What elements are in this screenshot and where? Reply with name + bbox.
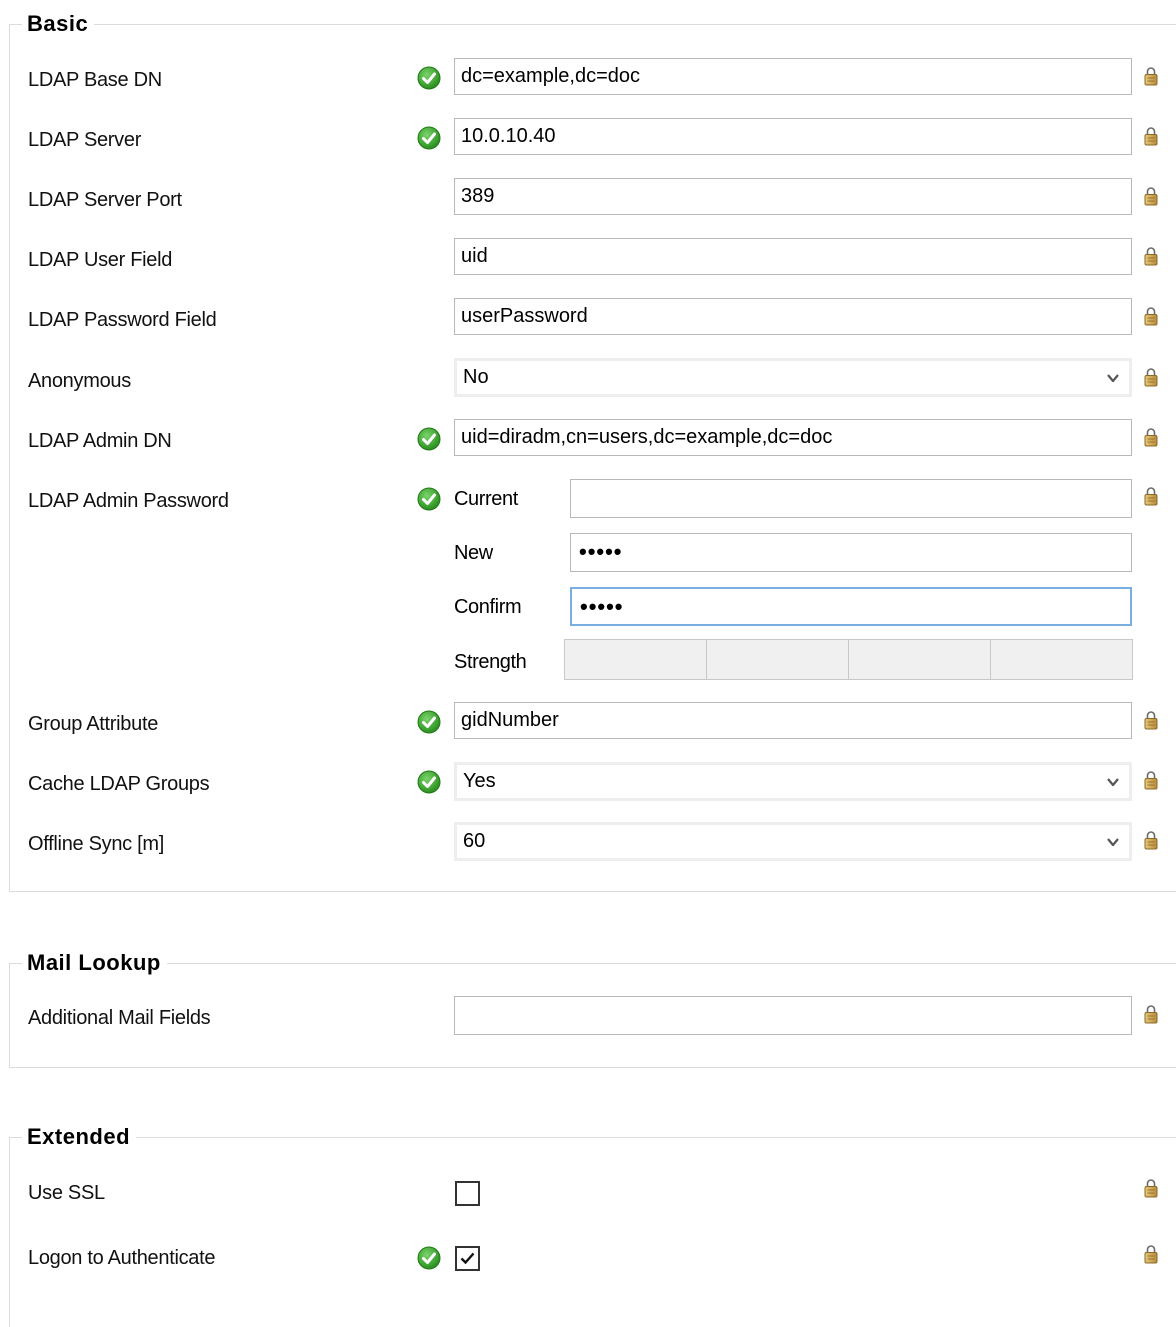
additional-mail-fields-input[interactable]: [454, 996, 1132, 1035]
group-attribute-input[interactable]: gidNumber: [454, 702, 1132, 739]
use-ssl-label: Use SSL: [28, 1182, 105, 1204]
additional-mail-fields-lock-icon[interactable]: [1144, 1004, 1158, 1024]
admin-password-label: LDAP Admin Password: [28, 490, 229, 512]
strength-segment: [990, 639, 1133, 680]
user-field-input[interactable]: uid: [454, 238, 1132, 275]
anonymous-lock-icon[interactable]: [1144, 367, 1158, 387]
admin-dn-input[interactable]: uid=diradm,cn=users,dc=example,dc=doc: [454, 419, 1132, 456]
extended-section-title: Extended: [22, 1121, 137, 1153]
server-valid-check-icon: [417, 126, 441, 150]
admin-password-valid-check-icon: [417, 487, 441, 511]
port-input[interactable]: 389: [454, 178, 1132, 215]
base-dn-valid-check-icon: [417, 66, 441, 90]
base-dn-lock-icon[interactable]: [1144, 66, 1158, 86]
logon-authenticate-label: Logon to Authenticate: [28, 1247, 216, 1269]
strength-segment: [848, 639, 991, 680]
use-ssl-checkbox[interactable]: [455, 1181, 480, 1206]
extended-group: Extended: [9, 1121, 1176, 1327]
anonymous-select[interactable]: No: [454, 358, 1132, 397]
cache-groups-label: Cache LDAP Groups: [28, 773, 210, 795]
strength-segment: [706, 639, 849, 680]
strength-label: Strength: [454, 651, 527, 673]
strength-segment: [564, 639, 707, 680]
chevron-down-icon: [1106, 371, 1120, 385]
checkmark-icon: [460, 1252, 475, 1265]
logon-authenticate-lock-icon[interactable]: [1144, 1244, 1158, 1264]
server-input[interactable]: 10.0.10.40: [454, 118, 1132, 155]
admin-dn-label: LDAP Admin DN: [28, 430, 172, 452]
chevron-down-icon: [1106, 835, 1120, 849]
password-field-label: LDAP Password Field: [28, 309, 217, 331]
group-attribute-lock-icon[interactable]: [1144, 710, 1158, 730]
port-label: LDAP Server Port: [28, 189, 182, 211]
use-ssl-lock-icon[interactable]: [1144, 1178, 1158, 1198]
logon-authenticate-checkbox[interactable]: [455, 1246, 480, 1271]
group-attribute-valid-check-icon: [417, 710, 441, 734]
current-password-input[interactable]: [570, 479, 1132, 518]
base-dn-label: LDAP Base DN: [28, 69, 162, 91]
password-strength-meter: [564, 639, 1133, 680]
confirm-password-label: Confirm: [454, 596, 522, 618]
mail-lookup-section-title: Mail Lookup: [22, 947, 167, 979]
cache-groups-selected-value: Yes: [463, 770, 496, 792]
cache-groups-lock-icon[interactable]: [1144, 770, 1158, 790]
new-password-label: New: [454, 542, 493, 564]
offline-sync-select[interactable]: 60: [454, 822, 1132, 861]
offline-sync-selected-value: 60: [463, 830, 486, 852]
group-attribute-label: Group Attribute: [28, 713, 159, 735]
offline-sync-lock-icon[interactable]: [1144, 830, 1158, 850]
admin-dn-lock-icon[interactable]: [1144, 427, 1158, 447]
server-label: LDAP Server: [28, 129, 142, 151]
admin-dn-valid-check-icon: [417, 427, 441, 451]
offline-sync-label: Offline Sync [m]: [28, 833, 164, 855]
basic-section-title: Basic: [22, 8, 95, 40]
anonymous-selected-value: No: [463, 366, 489, 388]
logon-authenticate-valid-check-icon: [417, 1246, 441, 1270]
server-lock-icon[interactable]: [1144, 126, 1158, 146]
anonymous-label: Anonymous: [28, 370, 131, 392]
confirm-password-input[interactable]: •••••: [570, 587, 1132, 626]
current-password-label: Current: [454, 488, 518, 510]
user-field-label: LDAP User Field: [28, 249, 173, 271]
additional-mail-fields-label: Additional Mail Fields: [28, 1007, 211, 1029]
user-field-lock-icon[interactable]: [1144, 246, 1158, 266]
base-dn-input[interactable]: dc=example,dc=doc: [454, 58, 1132, 95]
port-lock-icon[interactable]: [1144, 186, 1158, 206]
cache-groups-select[interactable]: Yes: [454, 762, 1132, 801]
admin-password-lock-icon[interactable]: [1144, 486, 1158, 506]
cache-groups-valid-check-icon: [417, 770, 441, 794]
new-password-input[interactable]: •••••: [570, 533, 1132, 572]
password-field-lock-icon[interactable]: [1144, 306, 1158, 326]
chevron-down-icon: [1106, 775, 1120, 789]
password-field-input[interactable]: userPassword: [454, 298, 1132, 335]
